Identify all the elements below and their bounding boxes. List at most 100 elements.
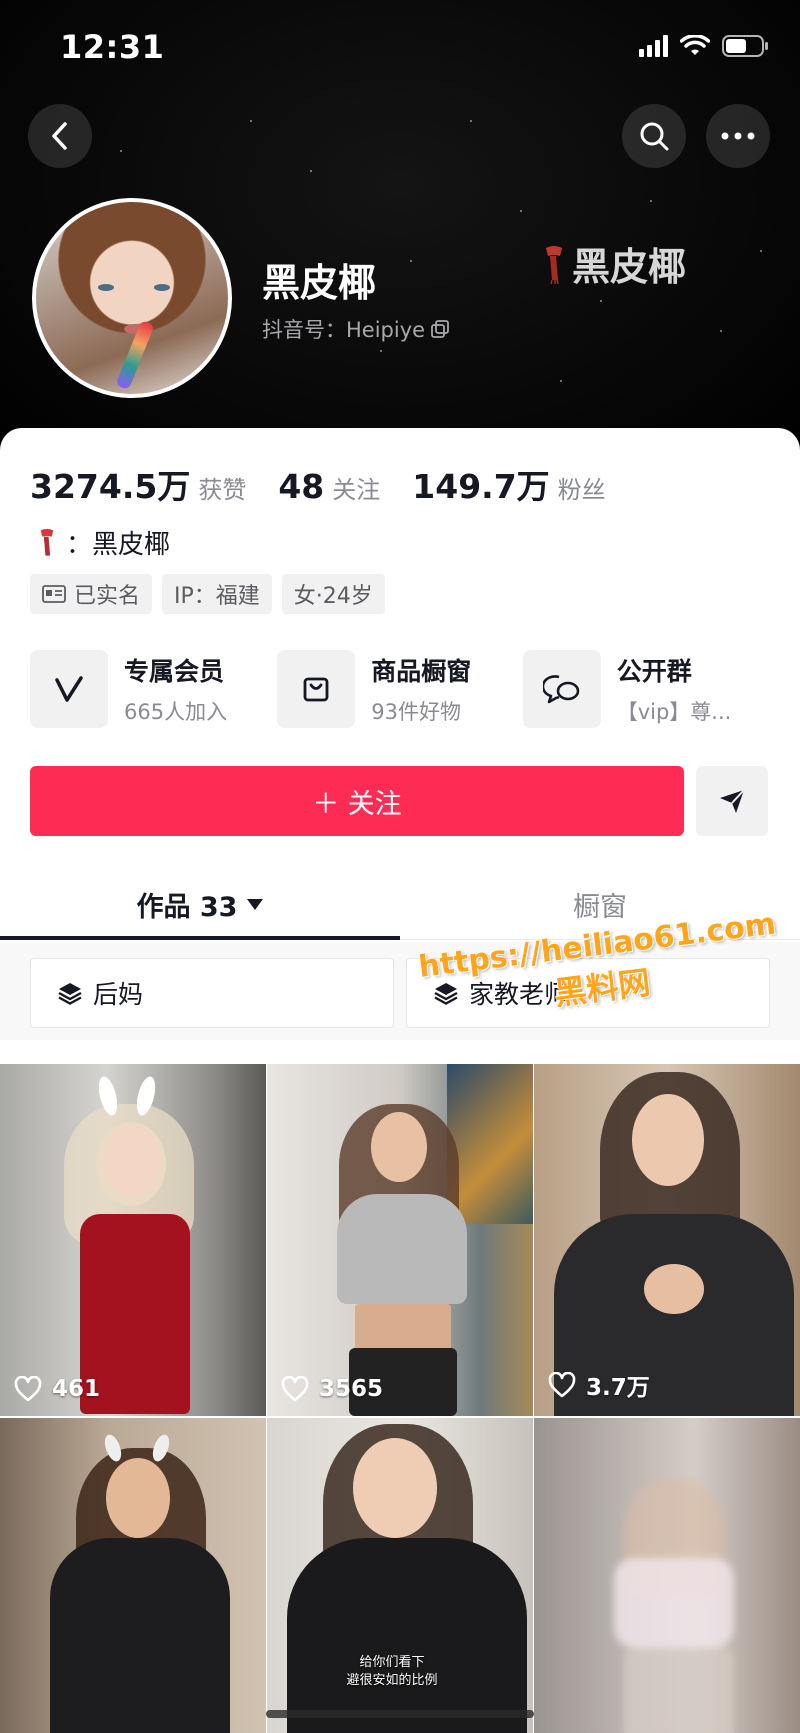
video-likes: 3.7万 bbox=[548, 1368, 650, 1402]
heart-icon bbox=[14, 1376, 42, 1402]
star-dot bbox=[520, 210, 522, 212]
star-dot bbox=[600, 300, 602, 302]
layers-icon bbox=[58, 983, 82, 1005]
copy-icon[interactable] bbox=[431, 320, 449, 338]
star-dot bbox=[470, 120, 472, 122]
profile-handle[interactable]: 抖音号：Heipiye bbox=[262, 314, 449, 344]
video-tile[interactable]: 461 bbox=[0, 1064, 266, 1416]
feature-group[interactable]: 公开群 【vip】尊... bbox=[522, 650, 770, 728]
caption-line: 避很安如的比例 bbox=[346, 1673, 438, 1689]
star-dot bbox=[120, 150, 122, 152]
battery-icon bbox=[722, 34, 770, 58]
feature-title: 专属会员 bbox=[124, 657, 225, 686]
vip-v-icon bbox=[55, 676, 83, 702]
more-dots-icon bbox=[721, 132, 755, 140]
video-tile[interactable]: 3.7万 bbox=[534, 1064, 800, 1416]
back-button[interactable] bbox=[28, 104, 92, 168]
feature-text: 专属会员 665人加入 bbox=[124, 652, 227, 726]
feature-text: 公开群 【vip】尊... bbox=[617, 652, 732, 726]
corner-name-text: 黑皮椰 bbox=[572, 245, 687, 289]
stat-label: 获赞 bbox=[198, 476, 247, 504]
heart-icon bbox=[281, 1376, 309, 1402]
group-chat-icon bbox=[542, 675, 580, 704]
feature-icon-box bbox=[30, 650, 108, 728]
search-icon bbox=[640, 122, 669, 151]
star-dot bbox=[560, 380, 562, 382]
blur-overlay bbox=[534, 1418, 800, 1733]
signal-icon bbox=[639, 35, 668, 57]
video-caption: 给你们看下 避很安如的比例 bbox=[317, 1654, 467, 1690]
active-tab-indicator bbox=[0, 936, 400, 940]
tag-gender-age: 女·24岁 bbox=[281, 574, 385, 614]
video-tile[interactable] bbox=[0, 1418, 266, 1733]
tag-verified[interactable]: 已实名 bbox=[30, 574, 153, 614]
status-time: 12:31 bbox=[60, 28, 165, 66]
star-dot bbox=[250, 120, 252, 122]
video-grid: 461 3565 3.7万 给你们看下 避很安如的比例 bbox=[0, 1064, 800, 1733]
star-dot bbox=[650, 200, 652, 202]
stat-followers[interactable]: 149.7万 粉丝 bbox=[412, 460, 605, 508]
video-thumbnail-robe bbox=[287, 1538, 527, 1733]
caret-down-icon[interactable] bbox=[247, 898, 264, 910]
video-likes: 461 bbox=[14, 1376, 100, 1402]
feature-subtitle: 665人加入 bbox=[124, 700, 228, 724]
tag-label: IP：福建 bbox=[174, 584, 260, 609]
video-thumbnail-face bbox=[353, 1438, 437, 1538]
stat-label: 粉丝 bbox=[557, 476, 606, 504]
video-tile[interactable]: 给你们看下 避很安如的比例 bbox=[267, 1418, 533, 1733]
shopping-bag-icon bbox=[303, 677, 329, 702]
feature-membership[interactable]: 专属会员 665人加入 bbox=[30, 650, 277, 728]
video-likes: 3565 bbox=[281, 1376, 383, 1402]
video-thumbnail-face bbox=[632, 1094, 704, 1186]
status-bar: 12:31 bbox=[0, 0, 800, 96]
bio-line: ：黑皮椰 bbox=[36, 524, 170, 561]
collection-label: 后妈 bbox=[93, 980, 144, 1009]
video-tile[interactable] bbox=[534, 1418, 800, 1733]
video-thumbnail-hand bbox=[644, 1264, 704, 1314]
feature-row: 专属会员 665人加入 商品橱窗 93件好物 公开群 【vip】尊... bbox=[30, 650, 770, 728]
scarf-icon bbox=[40, 528, 54, 556]
search-button[interactable] bbox=[622, 104, 686, 168]
stat-value: 48 bbox=[278, 467, 325, 506]
feature-text: 商品橱窗 93件好物 bbox=[371, 652, 471, 726]
stat-value: 3274.5万 bbox=[30, 467, 191, 506]
stat-label: 关注 bbox=[332, 476, 381, 504]
scarf-icon bbox=[546, 245, 562, 284]
star-dot bbox=[310, 170, 312, 172]
feature-showcase[interactable]: 商品橱窗 93件好物 bbox=[277, 650, 522, 728]
home-indicator[interactable] bbox=[266, 1710, 534, 1718]
status-icons bbox=[639, 34, 770, 58]
star-dot bbox=[380, 350, 382, 352]
profile-tags: 已实名 IP：福建 女·24岁 bbox=[30, 574, 385, 614]
share-button[interactable] bbox=[696, 766, 768, 836]
avatar-eye bbox=[98, 284, 114, 291]
tab-label: 橱窗 bbox=[573, 891, 627, 923]
tab-label: 作品 33 bbox=[136, 891, 238, 923]
feature-subtitle: 【vip】尊... bbox=[616, 700, 732, 724]
id-card-icon bbox=[42, 585, 66, 603]
tag-label: 已实名 bbox=[74, 584, 141, 609]
video-thumbnail-face bbox=[106, 1458, 170, 1538]
collection-chip[interactable]: 后妈 bbox=[30, 958, 394, 1028]
chevron-left-icon bbox=[52, 122, 67, 150]
stat-likes[interactable]: 3274.5万 获赞 bbox=[30, 460, 246, 508]
video-thumbnail-top bbox=[337, 1194, 467, 1304]
avatar[interactable] bbox=[32, 198, 232, 398]
profile-stats: 3274.5万 获赞 48 关注 149.7万 粉丝 bbox=[30, 460, 606, 508]
follow-button[interactable]: ＋ 关注 bbox=[30, 766, 684, 836]
feature-title: 公开群 bbox=[616, 657, 692, 686]
likes-count: 3.7万 bbox=[586, 1375, 650, 1401]
tab-works[interactable]: 作品 33 bbox=[0, 868, 400, 940]
feature-subtitle: 93件好物 bbox=[371, 700, 462, 724]
video-thumbnail-face bbox=[104, 1126, 160, 1196]
wall-painting bbox=[447, 1064, 533, 1224]
video-tile[interactable]: 3565 bbox=[267, 1064, 533, 1416]
profile-header: 12:31 黑皮椰 抖音号：Heipiye 黑皮椰 bbox=[0, 0, 800, 460]
caption-line: 给你们看下 bbox=[359, 1655, 425, 1670]
likes-count: 461 bbox=[52, 1376, 101, 1402]
more-button[interactable] bbox=[706, 104, 770, 168]
stat-following[interactable]: 48 关注 bbox=[278, 467, 380, 506]
tag-label: 女·24岁 bbox=[293, 584, 373, 609]
video-thumbnail-robe bbox=[50, 1538, 230, 1733]
avatar-eye bbox=[154, 284, 170, 291]
